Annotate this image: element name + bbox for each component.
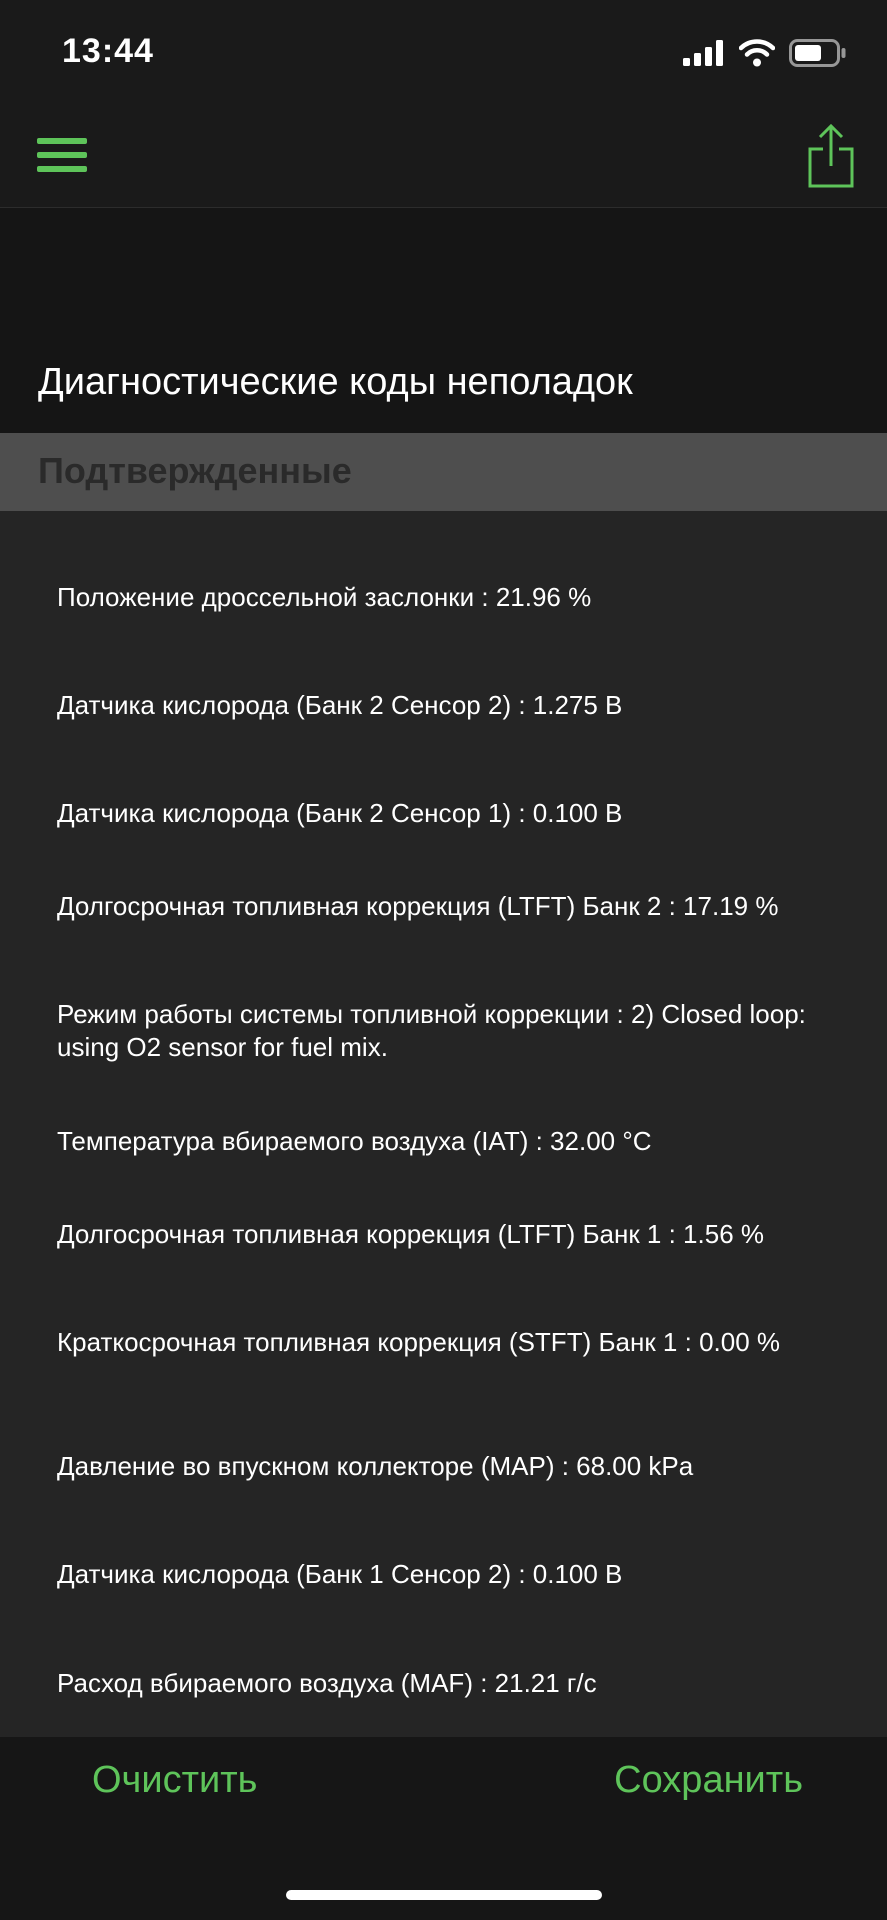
status-bar: 13:44	[0, 0, 887, 105]
status-icons	[683, 38, 847, 72]
list-item: Долгосрочная топливная коррекция (LTFT) …	[57, 891, 779, 921]
section-header: Подтвержденные	[0, 433, 887, 511]
clear-button[interactable]: Очистить	[92, 1759, 257, 1802]
wifi-icon	[738, 38, 776, 72]
bottom-toolbar: Очистить Сохранить	[0, 1737, 887, 1920]
battery-icon	[789, 38, 847, 72]
nav-bar	[0, 105, 887, 208]
list-item: Давление во впускном коллекторе (MAP) : …	[57, 1451, 694, 1481]
save-button[interactable]: Сохранить	[614, 1759, 803, 1802]
menu-button[interactable]	[32, 133, 92, 181]
list-item: Температура вбираемого воздуха (IAT) : 3…	[57, 1126, 652, 1156]
list-item: Расход вбираемого воздуха (MAF) : 21.21 …	[57, 1668, 597, 1698]
status-time: 13:44	[62, 32, 154, 70]
list-item: Датчика кислорода (Банк 1 Сенсор 2) : 0.…	[57, 1559, 623, 1589]
cellular-signal-icon	[683, 39, 725, 71]
list-item: Краткосрочная топливная коррекция (STFT)…	[57, 1327, 781, 1357]
home-indicator[interactable]	[286, 1890, 602, 1900]
list-item: Датчика кислорода (Банк 2 Сенсор 1) : 0.…	[57, 798, 623, 828]
share-button[interactable]	[803, 121, 859, 195]
section-title: Подтвержденные	[38, 450, 352, 491]
list-item: Датчика кислорода (Банк 2 Сенсор 2) : 1.…	[57, 690, 623, 720]
hamburger-menu-icon	[37, 137, 87, 177]
dtc-list[interactable]: Положение дроссельной заслонки : 21.96 %…	[0, 511, 887, 1737]
list-item: Режим работы системы топливной коррекции…	[57, 999, 806, 1062]
share-icon	[807, 123, 855, 194]
title-area: Диагностические коды неполадок	[0, 208, 887, 433]
list-item: Долгосрочная топливная коррекция (LTFT) …	[57, 1219, 765, 1249]
page-title: Диагностические коды неполадок	[38, 361, 633, 403]
list-item: Положение дроссельной заслонки : 21.96 %	[57, 582, 592, 612]
